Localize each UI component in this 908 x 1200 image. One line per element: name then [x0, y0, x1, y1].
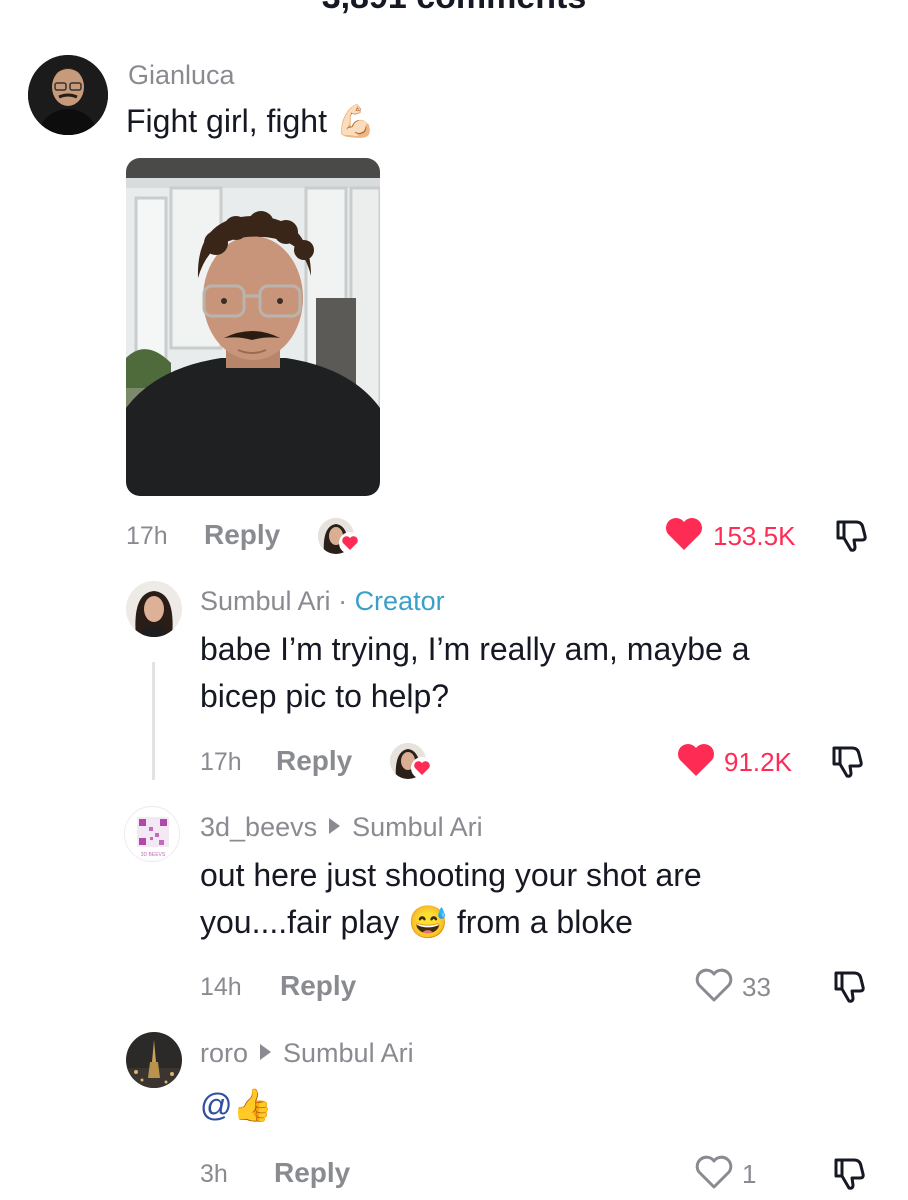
reply-arrow-icon — [260, 1044, 272, 1060]
heart-badge-icon — [410, 757, 434, 784]
svg-text:3D BEEVS: 3D BEEVS — [141, 852, 166, 858]
avatar[interactable] — [126, 581, 182, 637]
comments-header: 3,891 comments — [0, 0, 908, 20]
close-icon[interactable] — [828, 0, 868, 14]
avatar[interactable] — [28, 55, 108, 135]
reply-button[interactable]: Reply — [274, 1157, 350, 1189]
comment-text: Fight girl, fight 💪🏻 — [126, 103, 376, 139]
comments-count-title: 3,891 comments — [0, 0, 908, 17]
avatar[interactable]: 3D BEEVS — [124, 806, 180, 862]
reply-to-username[interactable]: Sumbul Ari — [352, 812, 483, 842]
reply-button[interactable]: Reply — [276, 745, 352, 777]
comment-photo[interactable] — [126, 158, 380, 496]
heart-badge-icon — [338, 532, 362, 559]
comment-time: 17h — [200, 748, 242, 776]
comment-text-line: you....fair play 😅 from a bloke — [200, 904, 633, 940]
dislike-icon[interactable] — [828, 742, 868, 785]
comment-username[interactable]: Sumbul Ari · Creator — [200, 586, 445, 617]
comment-text: babe I’m trying, I’m really am, maybe a … — [200, 626, 750, 720]
comment-text: out here just shooting your shot are you… — [200, 852, 702, 946]
username-text[interactable]: Sumbul Ari — [200, 586, 331, 616]
reply-to-username[interactable]: Sumbul Ari — [283, 1038, 414, 1068]
thread-line — [152, 662, 155, 780]
avatar[interactable] — [126, 1032, 182, 1088]
comment-text: @👍 — [200, 1087, 273, 1123]
like-count: 1 — [742, 1159, 757, 1189]
comment-username[interactable]: roro Sumbul Ari — [200, 1038, 414, 1069]
like-count: 91.2K — [724, 747, 792, 777]
comment-text-line: bicep pic to help? — [200, 678, 450, 714]
username-text[interactable]: roro — [200, 1038, 248, 1068]
dislike-icon[interactable] — [832, 516, 872, 559]
like-heart-icon[interactable] — [694, 1154, 734, 1195]
comment-username[interactable]: Gianluca — [128, 60, 235, 91]
comment-text-line: babe I’m trying, I’m really am, maybe a — [200, 631, 750, 667]
reply-button[interactable]: Reply — [204, 519, 280, 551]
comment-time: 3h — [200, 1160, 228, 1188]
like-count: 33 — [742, 972, 771, 1002]
reply-button[interactable]: Reply — [280, 970, 356, 1002]
username-text[interactable]: 3d_beevs — [200, 812, 317, 842]
like-heart-icon[interactable] — [694, 967, 734, 1008]
comment-time: 14h — [200, 973, 242, 1001]
username-separator: · — [330, 586, 355, 616]
dislike-icon[interactable] — [830, 967, 870, 1010]
like-count: 153.5K — [713, 521, 796, 551]
creator-badge: Creator — [354, 586, 445, 616]
reply-arrow-icon — [329, 818, 341, 834]
comment-text-line: out here just shooting your shot are — [200, 857, 702, 893]
comment-time: 17h — [126, 522, 168, 550]
like-heart-icon[interactable] — [664, 516, 704, 557]
dislike-icon[interactable] — [830, 1154, 870, 1197]
username-text[interactable]: Gianluca — [128, 60, 235, 90]
comment-username[interactable]: 3d_beevs Sumbul Ari — [200, 812, 483, 843]
like-heart-icon[interactable] — [676, 742, 716, 783]
